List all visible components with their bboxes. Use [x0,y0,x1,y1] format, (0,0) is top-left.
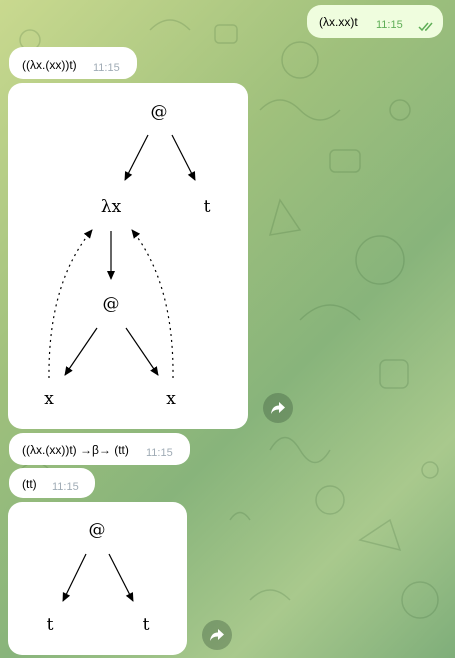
tree-node-right: t [143,615,150,635]
tree-node-right: x [166,389,176,409]
tree-edge [171,134,196,181]
share-arrow-icon [271,402,285,414]
tree-node-left: x [44,389,54,409]
message-text: ((λx.(xx))t) [22,58,77,72]
incoming-message[interactable]: ((λx.(xx))t) →β→ (tt) 11:15 [9,433,190,465]
syntax-tree-image[interactable]: @ t t [8,502,187,655]
outgoing-message[interactable]: (λx.xx)t 11:15 [307,5,443,38]
tree-node-inner: @ [103,294,120,314]
tree-node-arg: t [204,197,211,217]
message-text: ((λx.(xx))t) →β→ (tt) [22,443,129,457]
share-arrow-icon [210,629,224,641]
tree-edge [64,327,98,376]
syntax-tree-image[interactable]: @ λx t @ x x [8,83,248,429]
message-time: 11:15 [376,19,403,31]
message-text: (λx.xx)t [319,15,358,29]
message-text: (tt) [22,477,37,491]
tree-node-root: @ [89,520,106,540]
incoming-message[interactable]: ((λx.(xx))t) 11:15 [9,47,137,79]
tree-node-lambda: λx [101,197,122,217]
message-time: 11:15 [93,62,120,74]
binding-edge [131,229,174,379]
share-button[interactable] [263,393,293,423]
message-time: 11:15 [146,447,173,459]
tree-edge [125,327,159,376]
binding-edge [48,229,93,379]
tree-node-left: t [47,615,54,635]
tree-edge [108,553,134,602]
double-check-icon [418,22,433,32]
incoming-message[interactable]: (tt) 11:15 [9,468,95,498]
share-button[interactable] [202,620,232,650]
message-time: 11:15 [52,481,79,493]
tree-node-root: @ [151,102,168,122]
tree-edge [62,553,87,602]
tree-edge [124,134,149,181]
